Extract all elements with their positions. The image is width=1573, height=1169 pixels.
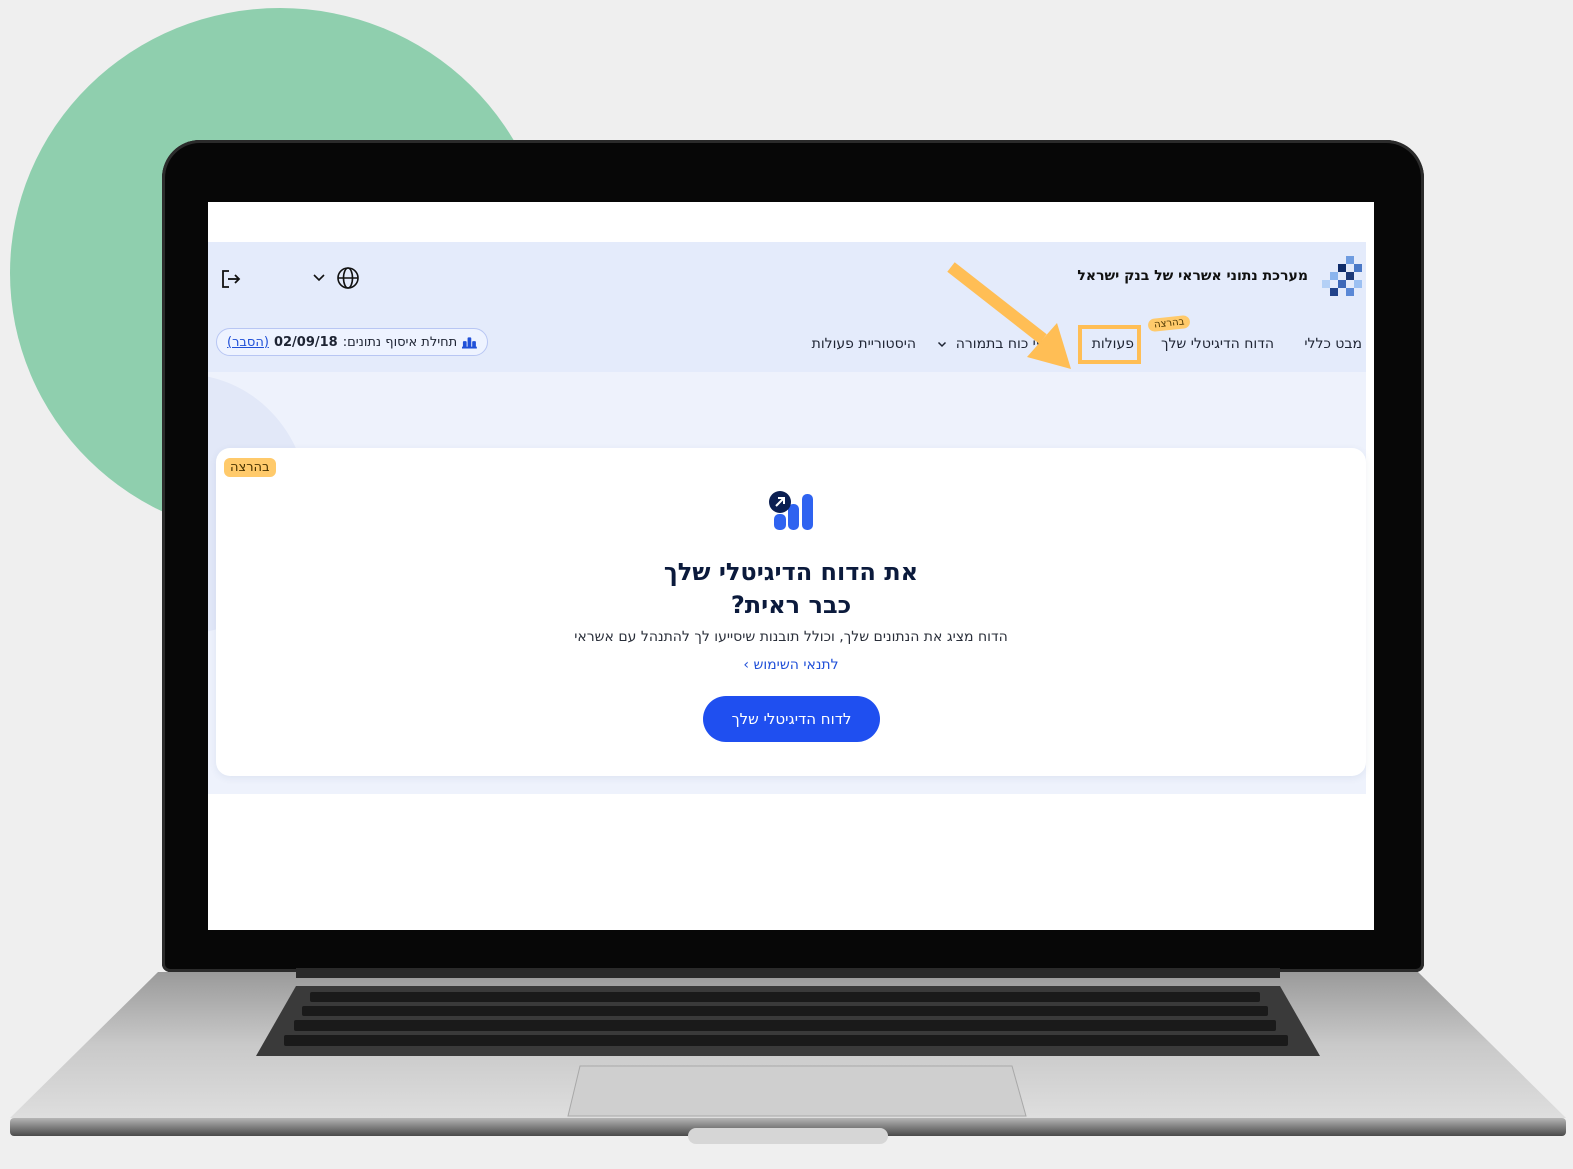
app-header: מערכת נתוני אשראי של בנק ישראל מבט כללי … <box>208 242 1366 372</box>
card-subtitle: כבר ראית? <box>730 591 852 619</box>
app-window: מערכת נתוני אשראי של בנק ישראל מבט כללי … <box>208 242 1366 794</box>
chevron-down-icon[interactable] <box>312 270 326 284</box>
terms-link-text[interactable]: לתנאי השימוש › <box>743 657 838 673</box>
data-icon <box>462 336 477 349</box>
card-title: את הדוח הדיגיטלי שלך <box>663 558 919 586</box>
beta-badge: בהרצה <box>1146 314 1191 333</box>
app-title: מערכת נתוני אשראי של בנק ישראל <box>1077 268 1308 284</box>
bank-logo-icon[interactable] <box>1322 256 1362 298</box>
terms-link: לתנאי השימוש › <box>216 657 1366 673</box>
highlight-box <box>1078 325 1141 364</box>
laptop-screen: מערכת נתוני אשראי של בנק ישראל מבט כללי … <box>208 202 1374 930</box>
data-collection-date: 02/09/18 <box>273 334 338 350</box>
globe-icon[interactable] <box>336 266 360 290</box>
nav-actions-history[interactable]: היסטוריית פעולות <box>812 336 916 352</box>
arrow-annotation <box>947 262 1071 369</box>
data-collection-label: תחילת איסוף נתונים: <box>342 334 458 350</box>
report-chart-icon <box>769 491 813 530</box>
nav-overview[interactable]: מבט כללי <box>1304 336 1362 352</box>
nav-digital-report[interactable]: הדוח הדיגיטלי שלך <box>1161 336 1274 352</box>
beta-badge: בהרצה <box>224 458 276 477</box>
explain-link[interactable]: (הסבר) <box>227 335 269 350</box>
digital-report-button[interactable]: לדוח הדיגיטלי שלך <box>703 696 880 742</box>
digital-report-card: בהרצה את הדוח הדיגיטלי שלך כבר ראית? הדו… <box>216 448 1366 776</box>
logout-icon[interactable] <box>220 268 242 290</box>
card-description: הדוח מציג את הנתונים שלך, וכולל תובנות ש… <box>574 629 1008 645</box>
data-collection-pill: תחילת איסוף נתונים: 02/09/18 (הסבר) <box>216 328 488 356</box>
laptop-base <box>10 968 1566 1144</box>
